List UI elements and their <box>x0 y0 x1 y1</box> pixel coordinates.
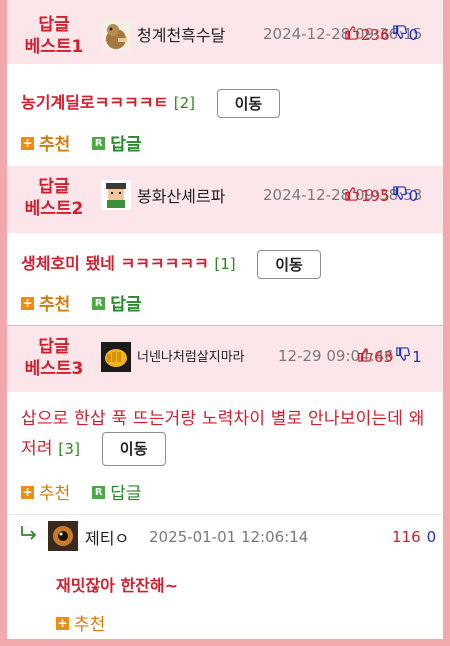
plus-icon: + <box>21 296 34 310</box>
best-badge-line2: 베스트1 <box>24 37 84 57</box>
reply-icon: R <box>92 137 106 150</box>
reply-count: [3] <box>58 440 81 458</box>
comment-text: 삽으로 한삽 푹 뜨는거랑 노력차이 별로 안나보이는데 왜저려 <box>21 409 425 459</box>
plus-icon: + <box>21 485 34 499</box>
thumbs-up-icon[interactable] <box>344 25 359 44</box>
comment-text: 농기계딜로ㅋㅋㅋㅋㅌ <box>21 93 169 112</box>
downvote-count: 0 <box>408 186 419 205</box>
recommend-button[interactable]: + 추천 <box>21 130 70 155</box>
move-button[interactable]: 이동 <box>216 89 281 118</box>
thumbs-up-icon[interactable] <box>344 186 359 205</box>
comment-list: 답글 베스트1 청계천흑수달 2024-12-28 09:36:15 236 0 <box>7 0 443 639</box>
best-badge: 답글 베스트1 <box>19 14 89 58</box>
best-badge-line2: 베스트3 <box>24 359 84 379</box>
comment-body: 삽으로 한삽 푹 뜨는거랑 노력차이 별로 안나보이는데 왜저려 [3] 이동 <box>21 406 431 466</box>
divider <box>7 514 443 515</box>
avatar[interactable] <box>48 521 78 551</box>
reply-label: 답글 <box>110 295 142 315</box>
comment-text: 생체호미 됐네 ㅋㅋㅋㅋㅋㅋ <box>21 254 209 273</box>
nickname[interactable]: 봉화산셰르파 <box>137 183 225 207</box>
nickname[interactable]: 제티ㅇ <box>85 525 129 549</box>
recommend-label: 추천 <box>74 615 106 635</box>
reply-count: [1] <box>214 255 236 273</box>
best-comment-header: 답글 베스트2 봉화산셰르파 2024-12-28 09:38:53 195 0 <box>7 166 443 233</box>
downvote-count: 0 <box>408 25 419 44</box>
reply-actions: + 추천 <box>56 610 127 635</box>
nickname[interactable]: 청계천흑수달 <box>137 22 225 46</box>
reply-icon: R <box>92 486 106 499</box>
best-badge: 답글 베스트3 <box>19 336 89 380</box>
comment-actions: + 추천 R 답글 <box>21 479 164 504</box>
best-badge-line1: 답글 <box>38 177 70 197</box>
avatar[interactable] <box>101 342 131 372</box>
best-comment-header: 답글 베스트1 청계천흑수달 2024-12-28 09:36:15 236 0 <box>7 0 443 64</box>
vote-counts: 236 0 <box>344 25 418 44</box>
reply-button[interactable]: R 답글 <box>92 479 142 504</box>
move-button[interactable]: 이동 <box>101 432 166 466</box>
comment-body: 생체호미 됐네 ㅋㅋㅋㅋㅋㅋ [1] 이동 <box>21 250 321 279</box>
reply-label: 답글 <box>110 135 142 155</box>
comment-actions: + 추천 R 답글 <box>21 130 164 155</box>
recommend-button[interactable]: + 추천 <box>21 479 70 504</box>
best-badge-line2: 베스트2 <box>24 199 84 219</box>
thumbs-up-icon[interactable] <box>357 347 372 366</box>
upvote-count: 116 <box>392 528 421 546</box>
recommend-button[interactable]: + 추천 <box>56 610 105 635</box>
upvote-count: 63 <box>374 347 394 366</box>
reply-label: 답글 <box>110 484 142 504</box>
reply-button[interactable]: R 답글 <box>92 130 142 155</box>
nickname[interactable]: 너넨나처럼살지마라 <box>137 346 245 365</box>
recommend-label: 추천 <box>39 484 71 504</box>
reply-icon: R <box>92 297 106 310</box>
reply-text: 재밋잖아 한잔해~ <box>56 576 179 595</box>
comment-actions: + 추천 R 답글 <box>21 290 164 315</box>
thumbs-down-icon[interactable] <box>392 25 407 44</box>
timestamp: 2025-01-01 12:06:14 <box>149 528 309 546</box>
vote-counts: 195 0 <box>344 186 418 205</box>
vote-counts: 116 0 <box>392 528 436 546</box>
avatar[interactable] <box>101 20 131 50</box>
reply-count: [2] <box>173 94 196 112</box>
plus-icon: + <box>56 616 69 630</box>
reply-button[interactable]: R 답글 <box>92 290 142 315</box>
thumbs-down-icon[interactable] <box>395 347 410 366</box>
reply-arrow-icon <box>19 525 39 545</box>
best-badge: 답글 베스트2 <box>19 176 89 220</box>
upvote-count: 236 <box>361 25 390 44</box>
best-badge-line1: 답글 <box>38 15 70 35</box>
downvote-count: 0 <box>426 528 437 546</box>
comment-body: 농기계딜로ㅋㅋㅋㅋㅌ [2] 이동 <box>21 89 281 118</box>
avatar[interactable] <box>101 180 131 210</box>
plus-icon: + <box>21 136 34 150</box>
move-button[interactable]: 이동 <box>257 250 321 279</box>
vote-counts: 63 1 <box>357 347 422 366</box>
recommend-label: 추천 <box>39 135 71 155</box>
recommend-label: 추천 <box>39 295 71 315</box>
recommend-button[interactable]: + 추천 <box>21 290 70 315</box>
thumbs-down-icon[interactable] <box>392 186 407 205</box>
best-badge-line1: 답글 <box>38 337 70 357</box>
best-comment-header: 답글 베스트3 너넨나처럼살지마라 12-29 09:04:46 63 1 <box>7 326 443 392</box>
upvote-count: 195 <box>361 186 390 205</box>
downvote-count: 1 <box>412 347 422 366</box>
